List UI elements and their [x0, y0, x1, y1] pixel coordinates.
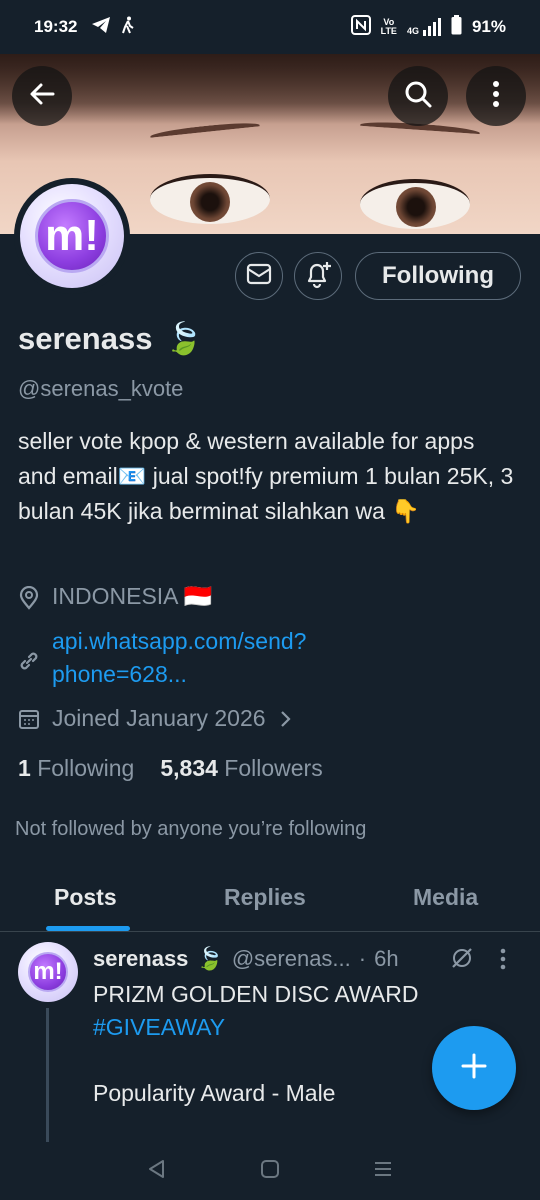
- chevron-right-icon: [278, 705, 292, 736]
- message-button[interactable]: [235, 252, 283, 300]
- profile-handle: @serenas_kvote: [18, 376, 184, 401]
- notifications-button[interactable]: [294, 252, 342, 300]
- post-avatar[interactable]: m!: [18, 942, 78, 1002]
- volte-indicator: Vo LTE: [380, 17, 397, 36]
- joined-text: Joined January 2026: [52, 705, 266, 731]
- thread-line: [46, 1008, 49, 1148]
- bell-plus-icon: [303, 259, 333, 294]
- battery-percent: 91%: [471, 17, 506, 36]
- post-avatar-logo: m!: [28, 952, 68, 992]
- nav-back-icon[interactable]: [147, 1159, 167, 1184]
- post-header: serenass 🍃 @serenas... · 6h: [93, 946, 399, 972]
- post-author-name[interactable]: serenass: [93, 946, 188, 972]
- nav-recents-icon[interactable]: [373, 1159, 393, 1184]
- more-options-button[interactable]: [466, 66, 526, 126]
- signal-icon: 4G: [407, 18, 441, 36]
- follow-counts: 1 Following 5,834 Followers: [18, 755, 323, 782]
- search-button[interactable]: [388, 66, 448, 126]
- grok-icon[interactable]: [450, 946, 474, 975]
- tab-media[interactable]: Media: [413, 884, 478, 911]
- calendar-icon: [18, 705, 40, 736]
- search-icon: [403, 79, 433, 114]
- display-name: serenass 🍃: [18, 320, 203, 357]
- profile-joined[interactable]: Joined January 2026: [18, 705, 292, 736]
- status-time: 19:32: [34, 17, 78, 36]
- profile-link[interactable]: api.whatsapp.com/send? phone=628...: [18, 625, 392, 691]
- system-nav-bar: [0, 1142, 540, 1200]
- leaf-emoji: 🍃: [164, 321, 204, 356]
- profile-location: INDONESIA 🇮🇩: [18, 583, 212, 616]
- post-more-icon[interactable]: [500, 948, 506, 975]
- profile-bio: seller vote kpop & western available for…: [18, 428, 514, 524]
- following-button[interactable]: Following: [355, 252, 521, 300]
- back-arrow-icon: [28, 80, 56, 113]
- status-bar: 19:32 Vo LTE 4G 91%: [0, 0, 540, 54]
- location-pin-icon: [18, 583, 40, 616]
- profile-avatar[interactable]: m!: [14, 178, 130, 294]
- nfc-icon: [350, 14, 371, 40]
- location-text: INDONESIA 🇮🇩: [52, 583, 213, 609]
- following-count-link[interactable]: 1 Following: [18, 755, 134, 782]
- link-icon: [18, 647, 40, 678]
- post-leaf-emoji: 🍃: [196, 946, 224, 971]
- active-tab-indicator: [46, 926, 130, 931]
- more-vertical-icon: [492, 80, 500, 112]
- followers-count-link[interactable]: 5,834 Followers: [160, 755, 322, 782]
- telegram-icon: [91, 16, 111, 39]
- compose-button[interactable]: [432, 1026, 516, 1110]
- battery-icon: [451, 14, 462, 40]
- back-button[interactable]: [12, 66, 72, 126]
- post-time: 6h: [374, 946, 399, 971]
- post-separator: ·: [358, 946, 367, 971]
- tab-posts[interactable]: Posts: [54, 884, 117, 911]
- post-line-1: PRIZM GOLDEN DISC AWARD: [93, 981, 419, 1007]
- display-name-text: serenass: [18, 320, 153, 356]
- post-author-handle: @serenas...: [231, 946, 351, 971]
- walking-icon: [121, 16, 135, 39]
- plus-icon: [459, 1051, 489, 1086]
- mail-icon: [246, 263, 272, 290]
- link-url[interactable]: api.whatsapp.com/send? phone=628...: [52, 625, 392, 691]
- profile-tabs: Posts Replies Media: [0, 860, 540, 932]
- tab-replies[interactable]: Replies: [224, 884, 306, 911]
- nav-home-icon[interactable]: [260, 1159, 280, 1184]
- not-followed-note: Not followed by anyone you’re following: [15, 818, 367, 840]
- avatar-logo: m!: [35, 199, 109, 273]
